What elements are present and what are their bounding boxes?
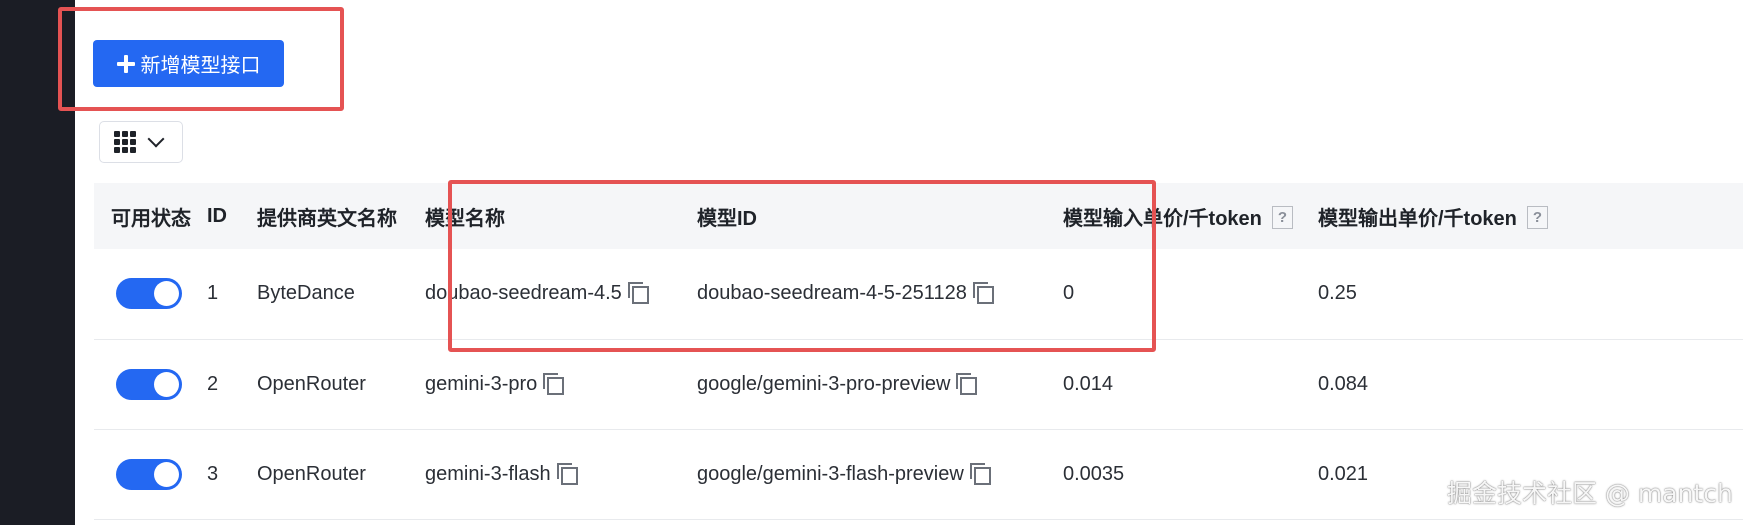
- provider-cell: OpenRouter: [257, 462, 366, 485]
- watermark: 掘金技术社区 @ mantch: [1447, 479, 1733, 508]
- input-price-cell: 0.0035: [1063, 462, 1125, 485]
- model-id-text: google/gemini-3-pro-preview: [697, 372, 951, 395]
- left-sidebar: [0, 0, 75, 525]
- output-price-cell: 0.25: [1318, 282, 1357, 305]
- header-model-name: 模型名称: [425, 207, 505, 230]
- output-price-cell: 0.084: [1318, 372, 1369, 395]
- table-row: 1 ByteDance doubao-seedream-4.5 doubao-s…: [94, 249, 1743, 339]
- model-name-cell: gemini-3-flash: [408, 429, 680, 519]
- switch-knob: [154, 461, 179, 487]
- status-toggle-switch[interactable]: [116, 368, 182, 400]
- status-toggle-switch[interactable]: [116, 458, 182, 490]
- add-button-label: 新增模型接口: [140, 55, 261, 77]
- header-model-id: 模型ID: [697, 207, 757, 230]
- chevron-down-icon: [147, 130, 165, 148]
- copy-icon[interactable]: [556, 462, 578, 485]
- switch-knob: [154, 371, 179, 397]
- model-id-cell: google/gemini-3-pro-preview: [680, 339, 1046, 429]
- model-id-text: google/gemini-3-flash-preview: [697, 462, 964, 485]
- provider-cell: ByteDance: [257, 282, 355, 305]
- provider-cell: OpenRouter: [257, 372, 366, 395]
- input-price-cell: 0: [1063, 282, 1075, 305]
- switch-knob: [154, 281, 179, 307]
- status-cell: [94, 339, 190, 429]
- help-icon[interactable]: ?: [1526, 205, 1548, 229]
- status-cell: [94, 249, 190, 339]
- help-icon[interactable]: ?: [1271, 205, 1293, 229]
- header-provider: 提供商英文名称: [257, 207, 397, 230]
- model-id-cell: doubao-seedream-4-5-251128: [680, 249, 1046, 339]
- copy-icon[interactable]: [627, 282, 649, 305]
- add-model-interface-button[interactable]: 新增模型接口: [93, 40, 284, 87]
- id-cell: 1: [207, 282, 219, 305]
- id-cell: 2: [207, 372, 219, 395]
- column-settings-dropdown[interactable]: [99, 121, 183, 163]
- main-content: 新增模型接口 可用状态 ID 提供商英文名称 模型名称 模型ID 模型输入单价/…: [75, 0, 1743, 525]
- input-price-cell: 0.014: [1063, 372, 1114, 395]
- model-name-cell: doubao-seedream-4.5: [408, 249, 680, 339]
- grid-icon: [114, 131, 136, 153]
- copy-icon[interactable]: [972, 282, 994, 305]
- model-id-cell: google/gemini-3-flash-preview: [680, 429, 1046, 519]
- model-id-text: doubao-seedream-4-5-251128: [697, 282, 967, 305]
- header-status: 可用状态: [111, 207, 191, 230]
- status-toggle-switch[interactable]: [116, 278, 182, 310]
- header-input-price-label: 模型输入单价/千token: [1063, 207, 1262, 230]
- model-name-text: gemini-3-pro: [425, 372, 538, 395]
- copy-icon[interactable]: [956, 372, 978, 395]
- header-input-price: 模型输入单价/千token?: [1046, 183, 1301, 249]
- header-id: ID: [207, 204, 227, 227]
- id-cell: 3: [207, 462, 219, 485]
- table-header-row: 可用状态 ID 提供商英文名称 模型名称 模型ID 模型输入单价/千token?…: [94, 183, 1743, 249]
- copy-icon[interactable]: [543, 372, 565, 395]
- header-output-price-label: 模型输出单价/千token: [1318, 207, 1517, 230]
- table-row: 2 OpenRouter gemini-3-pro google/gemini-…: [94, 339, 1743, 429]
- model-name-text: doubao-seedream-4.5: [425, 282, 622, 305]
- plus-icon: [116, 54, 135, 73]
- status-cell: [94, 429, 190, 519]
- model-name-cell: gemini-3-pro: [408, 339, 680, 429]
- model-table: 可用状态 ID 提供商英文名称 模型名称 模型ID 模型输入单价/千token?…: [94, 183, 1743, 520]
- model-name-text: gemini-3-flash: [425, 462, 551, 485]
- header-output-price: 模型输出单价/千token?: [1301, 183, 1743, 249]
- copy-icon[interactable]: [969, 462, 991, 485]
